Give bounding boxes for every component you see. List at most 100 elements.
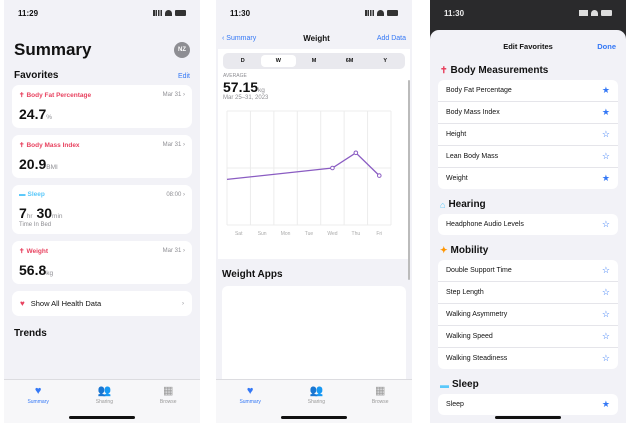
average-unit: kg <box>258 87 265 94</box>
done-button[interactable]: Done <box>597 42 616 51</box>
tab-label: Browse <box>371 399 389 405</box>
card-unit: % <box>46 114 53 121</box>
segment-week[interactable]: W <box>260 55 297 67</box>
back-button[interactable]: ‹ Summary <box>222 35 256 42</box>
show-all-health-data-button[interactable]: ♥ Show All Health Data › <box>12 291 192 316</box>
weight-screen: 11:30 ‹ Summary Weight Add Data D W M 6M… <box>216 0 412 423</box>
x-tick-label: Sun <box>258 231 267 237</box>
star-outline-icon[interactable]: ☆ <box>602 332 610 341</box>
edit-favorites-screen: 11:30 Edit Favorites Done ✝ Body Measurem… <box>430 0 626 423</box>
heart-icon: ♥ <box>246 385 254 397</box>
card-unit: BMI <box>46 164 58 171</box>
favorite-card-bmi[interactable]: ✝ Body Mass Index Mar 31 › 20.9BMI <box>12 135 192 178</box>
sleep-hours-unit: hr <box>26 213 33 220</box>
star-outline-icon[interactable]: ☆ <box>602 310 610 319</box>
favorite-row: Step Length ☆ <box>438 282 618 304</box>
star-filled-icon[interactable]: ★ <box>602 86 610 95</box>
sleep-hours: 7 <box>19 205 27 221</box>
favorite-row: Headphone Audio Levels ☆ <box>438 214 618 235</box>
tab-summary[interactable]: ♥ Summary <box>27 385 48 423</box>
edit-button[interactable]: Edit <box>178 73 190 80</box>
tab-label: Sharing <box>95 399 113 405</box>
chevron-right-icon: › <box>183 191 185 198</box>
card-date: Mar 31 <box>162 248 182 254</box>
segment-day[interactable]: D <box>225 55 261 67</box>
favorite-card-body-fat[interactable]: ✝ Body Fat Percentage Mar 31 › 24.7% <box>12 85 192 128</box>
favorite-row: Body Mass Index ★ <box>438 102 618 124</box>
signal-icon <box>579 10 588 16</box>
star-outline-icon[interactable]: ☆ <box>602 152 610 161</box>
favorite-row: Walking Steadiness ☆ <box>438 348 618 369</box>
segment-month[interactable]: M <box>296 55 332 67</box>
figure-icon: ✝ <box>19 92 25 99</box>
star-outline-icon[interactable]: ☆ <box>602 266 610 275</box>
home-indicator[interactable] <box>69 416 135 419</box>
people-icon: 👥 <box>309 385 324 397</box>
edit-favorites-sheet: Edit Favorites Done ✝ Body Measurements Bo… <box>430 30 626 423</box>
avatar[interactable]: NZ <box>174 42 190 58</box>
wifi-icon <box>377 10 384 16</box>
wifi-icon <box>591 10 598 16</box>
star-outline-icon[interactable]: ☆ <box>602 130 610 139</box>
star-outline-icon[interactable]: ☆ <box>602 220 610 229</box>
data-point <box>353 150 359 156</box>
favorite-row-label: Walking Steadiness <box>446 355 508 362</box>
add-data-button[interactable]: Add Data <box>377 35 406 42</box>
favorites-category-list: ✝ Body Measurements Body Fat Percentage ★ Bo… <box>430 59 626 415</box>
category-group: Body Fat Percentage ★ Body Mass Index ★ Heig… <box>438 80 618 189</box>
favorite-row-label: Body Mass Index <box>446 109 500 116</box>
tab-browse[interactable]: ▦ Browse <box>160 385 177 423</box>
people-icon: 👥 <box>97 385 112 397</box>
signal-icon <box>365 10 374 16</box>
battery-icon <box>175 10 186 16</box>
time-range-segmented-control: D W M 6M Y <box>223 53 405 69</box>
x-tick-label: Fri <box>376 231 382 237</box>
nav-title: Weight <box>303 34 330 43</box>
summary-screen: 11:29 Summary NZ Favorites Edit ✝ Body Fa… <box>4 0 200 423</box>
tab-summary[interactable]: ♥ Summary <box>239 385 260 423</box>
tab-bar: ♥ Summary 👥 Sharing ▦ Browse <box>4 379 200 423</box>
star-filled-icon[interactable]: ★ <box>602 108 610 117</box>
data-point <box>376 173 382 178</box>
card-date: Mar 31 <box>162 142 182 148</box>
segment-year[interactable]: Y <box>367 55 403 67</box>
favorite-row-label: Headphone Audio Levels <box>446 221 524 228</box>
x-tick-label: Mon <box>281 231 291 237</box>
card-value: 20.9 <box>19 156 47 172</box>
ear-icon: ⌂ <box>440 199 446 210</box>
status-time: 11:30 <box>230 8 251 18</box>
x-tick-label: Wed <box>327 231 337 237</box>
favorite-card-weight[interactable]: ✝ Weight Mar 31 › 56.8kg <box>12 241 192 284</box>
favorite-row-label: Walking Asymmetry <box>446 311 508 318</box>
card-value: 56.8 <box>19 262 47 278</box>
favorite-row: Lean Body Mass ☆ <box>438 146 618 168</box>
tab-browse[interactable]: ▦ Browse <box>372 385 389 423</box>
figure-icon: ✝ <box>440 65 448 75</box>
category-heading: ⌂ Hearing <box>430 193 626 214</box>
back-label: Summary <box>226 35 257 42</box>
bed-icon: ▬ <box>440 379 449 390</box>
star-outline-icon[interactable]: ☆ <box>602 354 610 363</box>
home-indicator[interactable] <box>281 416 347 419</box>
segment-6month[interactable]: 6M <box>332 55 368 67</box>
weight-line-chart[interactable]: Sat Sun Mon Tue Wed Thu Fri <box>223 103 401 243</box>
tab-label: Browse <box>159 399 177 405</box>
trends-heading: Trends <box>14 328 47 339</box>
favorite-card-sleep[interactable]: ▬ Sleep 08:00 › 7hr 30min Time In Bed <box>12 185 192 234</box>
scrollbar[interactable] <box>408 80 410 280</box>
show-all-label: Show All Health Data <box>30 299 102 308</box>
battery-icon <box>601 10 612 16</box>
status-icons <box>365 10 398 16</box>
x-tick-label: Sat <box>235 231 243 237</box>
card-label: Body Fat Percentage <box>26 91 92 99</box>
star-outline-icon[interactable]: ☆ <box>602 288 610 297</box>
category-title: Mobility <box>450 245 489 256</box>
card-unit: kg <box>46 270 54 277</box>
category-group: Headphone Audio Levels ☆ <box>438 214 618 235</box>
favorite-row: Walking Speed ☆ <box>438 326 618 348</box>
mobility-icon: ✦ <box>440 245 448 255</box>
home-indicator[interactable] <box>495 416 561 419</box>
star-filled-icon[interactable]: ★ <box>602 174 610 183</box>
star-filled-icon[interactable]: ★ <box>602 400 610 409</box>
tab-label: Summary <box>27 399 49 405</box>
